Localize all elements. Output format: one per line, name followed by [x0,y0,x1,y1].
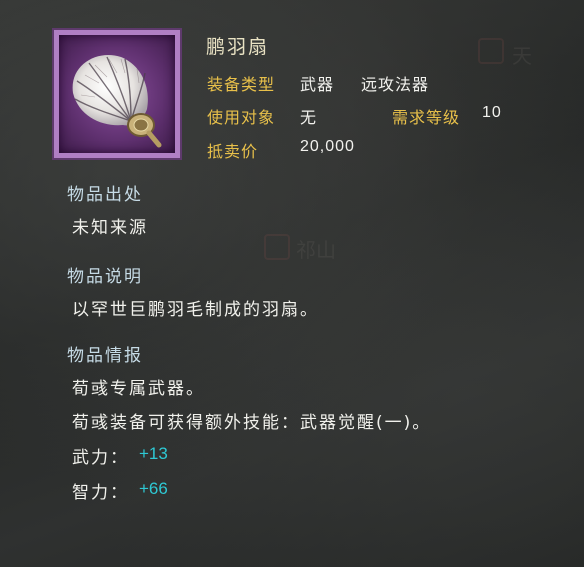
stat-strength-label: 武力： [72,448,129,468]
watermark-text: 祁山 [296,238,336,262]
equip-subtype-value: 远攻法器 [361,75,430,94]
level-label: 需求等级 [392,108,461,127]
price-value: 20,000 [300,138,355,155]
description-text: 以罕世巨鹏羽毛制成的羽扇。 [72,300,319,320]
price-label: 抵卖价 [207,142,259,161]
target-label: 使用对象 [207,108,276,127]
item-name: 鹏羽扇 [206,36,270,58]
info-line-2: 荀彧装备可获得额外技能：武器觉醒(一)。 [72,413,432,433]
stat-strength-value: +13 [139,444,168,463]
watermark-logo-icon [478,38,504,64]
info-line-1: 荀彧专属武器。 [72,379,205,399]
origin-heading: 物品出处 [67,185,143,205]
description-heading: 物品说明 [67,267,143,287]
stat-intelligence-value: +66 [139,479,168,498]
watermark-logo-icon [264,234,290,260]
watermark-text: 天 [512,44,532,68]
info-heading: 物品情报 [67,346,143,366]
target-value: 无 [300,108,318,127]
level-value: 10 [482,104,502,121]
stat-intelligence-label: 智力： [72,483,129,503]
item-tooltip-panel: 天 祁山 鹏羽扇 装备类型 武器 远攻法器 使用对象 无 需求等级 10 抵卖价… [0,0,584,567]
equip-type-label: 装备类型 [207,75,276,94]
item-icon-frame [52,28,182,160]
origin-text: 未知来源 [72,218,148,238]
equip-type-value: 武器 [300,75,335,94]
feather-fan-icon [72,54,162,148]
